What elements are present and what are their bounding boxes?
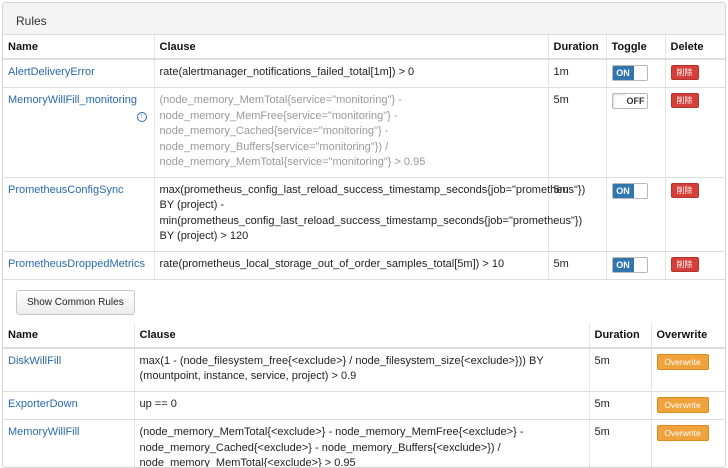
common-header-row: Name Clause Duration Overwrite bbox=[3, 323, 725, 349]
overwrite-button[interactable]: Overwrite bbox=[656, 353, 709, 370]
common-rule-name-link[interactable]: DiskWillFill bbox=[8, 355, 61, 367]
rule-clause: rate(prometheus_local_storage_out_of_ord… bbox=[153, 250, 548, 279]
enable-toggle[interactable]: ON bbox=[611, 65, 648, 81]
col-header-duration: Duration bbox=[547, 35, 606, 60]
enable-toggle[interactable]: ON bbox=[611, 256, 648, 273]
col-header-name: Name bbox=[3, 35, 154, 60]
rule-duration: 5m bbox=[547, 250, 606, 279]
col-header-duration: Duration bbox=[588, 323, 651, 349]
toggle-label: ON bbox=[612, 183, 634, 198]
common-rule-duration: 5m bbox=[588, 419, 651, 467]
rules-table: Name Clause Duration Toggle Delete Alert… bbox=[3, 35, 725, 279]
table-row: PrometheusDroppedMetrics rate(prometheus… bbox=[3, 250, 725, 279]
delete-button[interactable]: 削除 bbox=[670, 93, 699, 108]
rule-name-link[interactable]: MemoryWillFill_monitoring bbox=[8, 94, 137, 106]
table-row: MemoryWillFill_monitoring ↑ (node_memory_… bbox=[3, 87, 725, 177]
rule-clause: rate(alertmanager_notifications_failed_t… bbox=[153, 58, 548, 88]
common-rules-table: Name Clause Duration Overwrite DiskWillF… bbox=[3, 323, 725, 467]
enable-toggle[interactable]: ON bbox=[611, 182, 648, 199]
common-rule-name-link[interactable]: ExporterDown bbox=[8, 398, 78, 410]
common-rule-clause: (node_memory_MemTotal{<exclude>} - node_… bbox=[133, 419, 589, 467]
rule-name-link[interactable]: AlertDeliveryError bbox=[8, 66, 95, 78]
table-row: MemoryWillFill (node_memory_MemTotal{<ex… bbox=[3, 419, 725, 467]
col-header-clause: Clause bbox=[153, 35, 548, 60]
show-common-area: Show Common Rules bbox=[3, 278, 725, 324]
common-rule-clause: up == 0 bbox=[133, 390, 589, 420]
enable-toggle[interactable]: OFF bbox=[611, 93, 648, 109]
delete-button[interactable]: 削除 bbox=[670, 65, 699, 80]
delete-button[interactable]: 削除 bbox=[670, 256, 699, 272]
overwrite-button[interactable]: Overwrite bbox=[656, 425, 709, 441]
rule-name-link[interactable]: PrometheusDroppedMetrics bbox=[8, 258, 145, 270]
rules-panel: Rules Name Clause Duration Toggle Delete… bbox=[2, 2, 726, 468]
show-common-rules-button[interactable]: Show Common Rules bbox=[16, 289, 135, 315]
common-rule-duration: 5m bbox=[588, 390, 651, 420]
col-header-toggle: Toggle bbox=[605, 35, 665, 60]
table-row: AlertDeliveryError rate(alertmanager_not… bbox=[3, 58, 725, 88]
table-row: PrometheusConfigSync max(prometheus_conf… bbox=[3, 176, 725, 251]
table-row: DiskWillFill max(1 - (node_filesystem_fr… bbox=[3, 347, 725, 391]
rule-duration: 5m bbox=[547, 87, 606, 177]
arrow-up-circle-icon[interactable]: ↑ bbox=[136, 111, 147, 122]
rule-clause: (node_memory_MemTotal{service="monitorin… bbox=[153, 87, 548, 177]
rules-header-row: Name Clause Duration Toggle Delete bbox=[3, 35, 725, 60]
col-header-clause: Clause bbox=[133, 323, 589, 349]
col-header-overwrite: Overwrite bbox=[650, 323, 725, 349]
overwrite-button[interactable]: Overwrite bbox=[656, 396, 709, 413]
toggle-label: ON bbox=[612, 66, 634, 80]
toggle-label: ON bbox=[612, 257, 634, 272]
common-rule-clause: max(1 - (node_filesystem_free{<exclude>}… bbox=[133, 347, 589, 391]
panel-title: Rules bbox=[3, 3, 725, 35]
delete-button[interactable]: 削除 bbox=[670, 182, 699, 198]
table-row: ExporterDown up == 0 5m Overwrite bbox=[3, 390, 725, 420]
common-rule-duration: 5m bbox=[588, 347, 651, 391]
toggle-label: OFF bbox=[624, 94, 647, 108]
rule-clause: max(prometheus_config_last_reload_succes… bbox=[153, 176, 585, 251]
common-rule-name-link[interactable]: MemoryWillFill bbox=[8, 426, 80, 438]
col-header-name: Name bbox=[3, 323, 134, 349]
rule-name-link[interactable]: PrometheusConfigSync bbox=[8, 184, 124, 196]
rule-duration: 1m bbox=[547, 58, 606, 88]
col-header-delete: Delete bbox=[664, 35, 725, 60]
